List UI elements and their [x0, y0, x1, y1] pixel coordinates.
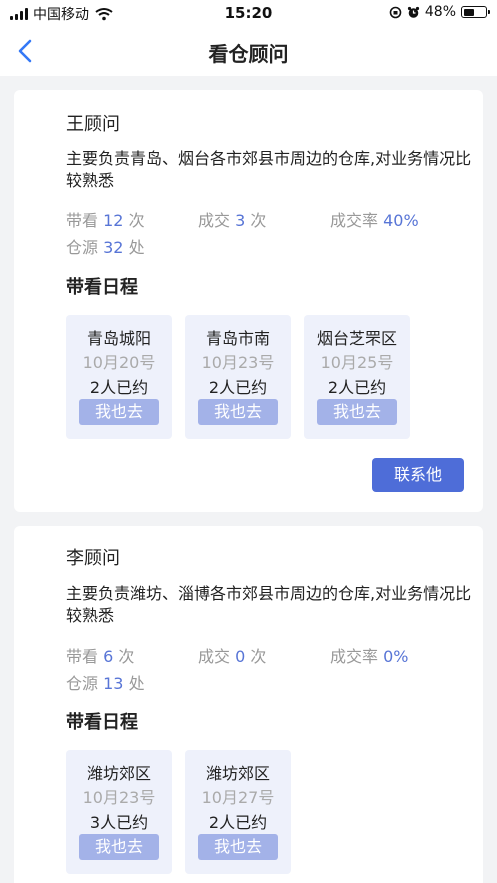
advisor-description: 主要负责潍坊、淄博各市郊县市周边的仓库,对业务情况比较熟悉 [66, 584, 472, 625]
stat-sources-unit: 处 [128, 238, 145, 257]
schedule-slot: 青岛城阳 10月20号 2人已约 我也去 [66, 315, 172, 439]
advisor-name: 王顾问 [66, 114, 120, 135]
slot-date: 10月25号 [320, 353, 394, 372]
stat-visits-label: 带看 [66, 647, 99, 666]
stat-sources-label: 仓源 [66, 238, 99, 257]
stat-visits-label: 带看 [66, 211, 99, 230]
stat-rate-value: 0% [383, 647, 409, 666]
orientation-lock-icon [389, 6, 402, 18]
page-title: 看仓顾问 [208, 42, 289, 66]
stat-visits-value: 12 [103, 211, 124, 230]
schedule-title: 带看日程 [66, 277, 138, 298]
stat-rate-label: 成交率 [330, 211, 379, 230]
slot-booked-count: 2人已约 [89, 378, 149, 397]
stat-sources: 仓源 32 处 [66, 234, 145, 258]
advisor-card-wang: 王顾问 主要负责青岛、烟台各市郊县市周边的仓库,对业务情况比较熟悉 带看 12 … [14, 90, 483, 512]
advisor-card-li: 李顾问 主要负责潍坊、淄博各市郊县市周边的仓库,对业务情况比较熟悉 带看 6 次… [14, 526, 483, 883]
stat-rate-label: 成交率 [330, 647, 379, 666]
stat-sources-unit: 处 [128, 674, 145, 693]
stat-sources-value: 32 [103, 238, 124, 257]
slot-date: 10月23号 [201, 353, 275, 372]
stat-deals-label: 成交 [198, 211, 231, 230]
stat-visits-unit: 次 [118, 647, 135, 666]
stat-deals-unit: 次 [250, 647, 267, 666]
stat-deals: 成交 3 次 [198, 207, 266, 231]
stat-rate-value: 40% [383, 211, 419, 230]
slot-location: 潍坊郊区 [86, 764, 151, 783]
advisor-description: 主要负责青岛、烟台各市郊县市周边的仓库,对业务情况比较熟悉 [66, 149, 472, 190]
slot-date: 10月27号 [201, 788, 275, 807]
schedule-slot: 潍坊郊区 10月27号 2人已约 我也去 [185, 750, 291, 874]
battery-percent: 48% [424, 4, 456, 20]
join-visit-button[interactable]: 我也去 [79, 834, 159, 860]
slot-location: 青岛市南 [205, 329, 270, 348]
status-right: 48% [389, 4, 490, 20]
nav-bar: 看仓顾问 [0, 26, 497, 76]
stat-deals-value: 3 [235, 211, 246, 230]
stat-rate: 成交率 40% [330, 207, 419, 231]
contact-button[interactable]: 联系他 [372, 458, 464, 492]
join-visit-button[interactable]: 我也去 [198, 399, 278, 425]
schedule-slot: 青岛市南 10月23号 2人已约 我也去 [185, 315, 291, 439]
stat-deals: 成交 0 次 [198, 643, 266, 667]
join-visit-button[interactable]: 我也去 [79, 399, 159, 425]
stat-sources-value: 13 [103, 674, 124, 693]
schedule-title: 带看日程 [66, 712, 138, 733]
alarm-icon [407, 6, 419, 18]
stat-visits-value: 6 [103, 647, 114, 666]
slot-date: 10月23号 [82, 788, 156, 807]
schedule-slot: 潍坊郊区 10月23号 3人已约 我也去 [66, 750, 172, 874]
stat-visits: 带看 12 次 [66, 207, 145, 231]
status-bar: 中国移动 15:20 48% [0, 0, 497, 26]
stat-sources-label: 仓源 [66, 674, 99, 693]
stat-rate: 成交率 0% [330, 643, 409, 667]
slot-location: 潍坊郊区 [205, 764, 270, 783]
slot-location: 烟台芝罘区 [316, 329, 397, 348]
slot-location: 青岛城阳 [86, 329, 151, 348]
slot-booked-count: 2人已约 [208, 813, 268, 832]
stat-deals-value: 0 [235, 647, 246, 666]
join-visit-button[interactable]: 我也去 [198, 834, 278, 860]
battery-icon [461, 6, 490, 18]
stat-deals-label: 成交 [198, 647, 231, 666]
join-visit-button[interactable]: 我也去 [317, 399, 397, 425]
battery-fill [463, 8, 474, 16]
stat-deals-unit: 次 [250, 211, 267, 230]
schedule-slot: 烟台芝罘区 10月25号 2人已约 我也去 [304, 315, 410, 439]
stat-visits: 带看 6 次 [66, 643, 134, 667]
stat-sources: 仓源 13 处 [66, 670, 145, 694]
stat-visits-unit: 次 [128, 211, 145, 230]
advisor-name: 李顾问 [66, 548, 120, 569]
slot-booked-count: 3人已约 [89, 813, 149, 832]
slot-date: 10月20号 [82, 353, 156, 372]
slot-booked-count: 2人已约 [327, 378, 387, 397]
slot-booked-count: 2人已约 [208, 378, 268, 397]
